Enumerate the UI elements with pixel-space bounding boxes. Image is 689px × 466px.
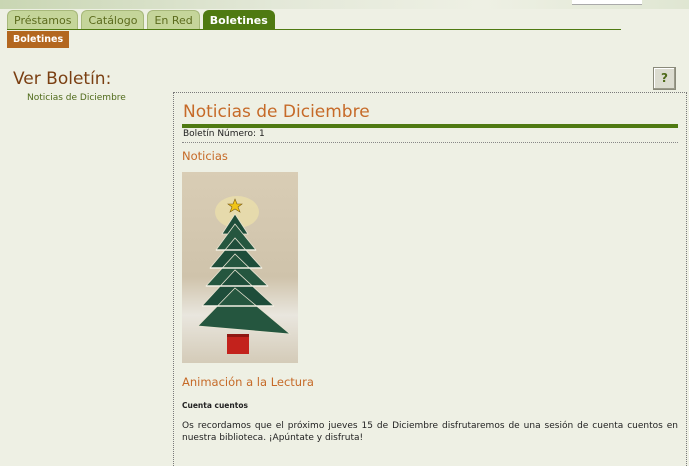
tab-en-red[interactable]: En Red	[147, 10, 200, 29]
banner-decoration	[572, 0, 642, 5]
header-dotted-divider	[182, 142, 678, 143]
sidebar-link-noticias-diciembre[interactable]: Noticias de Diciembre	[27, 93, 126, 103]
story-title: Cuenta cuentos	[182, 401, 248, 410]
bulletin-number: Boletín Número: 1	[183, 129, 265, 139]
tab-catalogo[interactable]: Catálogo	[81, 10, 145, 29]
christmas-tree-books-icon	[197, 196, 292, 354]
section-heading-animacion: Animación a la Lectura	[182, 375, 314, 389]
section-heading-noticias: Noticias	[182, 149, 228, 163]
subtab-boletines[interactable]: Boletines	[7, 31, 70, 48]
top-banner	[0, 0, 689, 9]
bulletin-panel: Noticias de Diciembre Boletín Número: 1 …	[173, 92, 687, 466]
main-tabs: Préstamos Catálogo En Red Boletines	[7, 10, 275, 29]
bulletin-title: Noticias de Diciembre	[183, 102, 370, 122]
title-divider	[182, 124, 678, 128]
tab-prestamos[interactable]: Préstamos	[7, 10, 79, 29]
help-button[interactable]: ?	[653, 67, 676, 90]
tab-divider	[7, 29, 621, 30]
christmas-tree-image	[182, 172, 298, 363]
tab-boletines[interactable]: Boletines	[202, 10, 275, 29]
story-text: Os recordamos que el próximo jueves 15 d…	[182, 421, 678, 443]
sidebar-title: Ver Boletín:	[13, 69, 112, 89]
